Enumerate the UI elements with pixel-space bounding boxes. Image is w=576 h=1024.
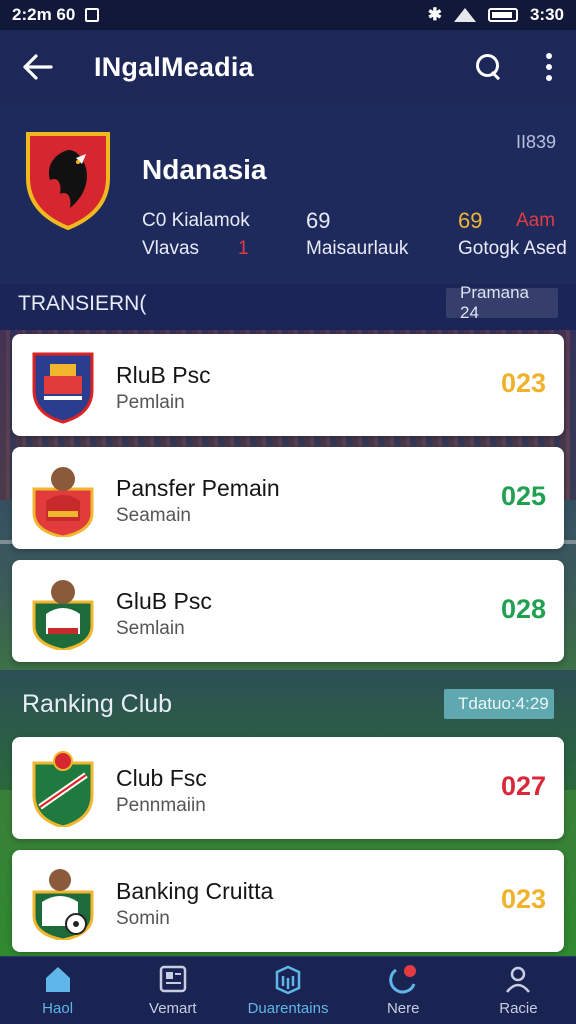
nav-label: Vemart [149,1000,197,1017]
stat-row2-mid: Maisaurlauk [306,238,409,259]
card-score: 028 [500,594,546,624]
status-time: 2:2m 60 [12,5,76,24]
list-item[interactable]: Banking Cruitta Somin 023 [12,850,564,952]
club-badge-icon [32,751,94,827]
card-title: Banking Cruitta [116,878,274,904]
bottom-navigation: Haol Vemart Duarentains Nere Racie [0,956,576,1024]
card-title: Pansfer Pemain [116,475,280,501]
stat-row1-right-number: 69 [458,208,483,233]
player-with-ball-icon [32,869,94,940]
list-item[interactable]: Pansfer Pemain Seamain 025 [12,447,564,549]
card-score: 027 [500,771,546,801]
card-title: Club Fsc [116,765,207,791]
nav-item-box[interactable]: Duarentains [230,957,345,1024]
card-subtitle: Pemlain [116,392,185,413]
transfer-section-pill[interactable]: Pramana 24 [446,283,558,322]
nav-label: Duarentains [247,1000,329,1017]
stat-row2-left: Vlavas [142,238,200,259]
card-score: 025 [500,481,546,511]
transfer-section-title: TRANSIERN( [18,292,147,315]
nav-label: Racie [499,1000,538,1017]
ranking-section-pill[interactable]: Tdatuo:4:29 [444,689,554,719]
stat-row2-right: Gotogk Ased [458,238,567,259]
nav-item-notifications[interactable]: Nere [346,957,461,1024]
card-subtitle: Pennmaiin [116,795,206,816]
notification-icon [389,965,417,994]
nav-label: Haol [42,1000,74,1017]
status-bar: 2:2m 60 ✱ 3:30 [0,0,576,30]
card-score: 023 [500,884,546,914]
card-subtitle: Semlain [116,618,185,639]
club-badge-icon [32,352,94,424]
card-title: GluB Psc [116,588,212,614]
nav-label: Nere [386,1000,420,1017]
list-item[interactable]: Club Fsc Pennmaiin 027 [12,737,564,839]
status-right-text: 3:30 [529,5,564,24]
bluetooth-icon: ✱ [427,5,442,24]
app-title: INgalMeadia [94,51,254,82]
app-bar: INgalMeadia [0,30,576,104]
card-subtitle: Seamain [116,505,191,526]
club-name: Ndanasia [142,154,267,185]
club-crest-icon [26,132,110,231]
card-subtitle: Somin [116,908,170,929]
player-badge-icon [32,580,94,650]
nav-item-profile[interactable]: Racie [461,957,576,1024]
wifi-icon [453,8,476,22]
player-badge-icon [32,467,94,537]
card-score: 023 [500,368,546,398]
home-icon [45,967,70,992]
list-item[interactable]: RluB Psc Pemlain 023 [12,334,564,436]
profile-icon [506,966,531,993]
nav-item-home[interactable]: Haol [0,957,115,1024]
notification-square-icon [85,8,100,22]
more-options-icon[interactable] [546,53,554,81]
ranking-section-title: Ranking Club [22,690,173,718]
list-item[interactable]: GluB Psc Semlain 028 [12,560,564,662]
search-icon[interactable] [474,52,504,82]
battery-icon [487,8,518,22]
back-arrow-icon[interactable] [22,51,54,83]
news-icon [159,965,187,993]
club-header: Ndanasia II839 C0 Kialamok 69 69 Aam Vla… [0,104,576,284]
stat-row1-mid: 69 [306,208,331,233]
box-icon [275,965,301,994]
card-title: RluB Psc [116,362,211,388]
nav-item-news[interactable]: Vemart [115,957,230,1024]
stat-row2-left-number: 1 [238,238,249,259]
stat-row1-right-text: Aam [516,210,556,231]
header-corner-label: II839 [515,132,556,152]
stat-row1-left: C0 Kialamok [142,210,250,231]
